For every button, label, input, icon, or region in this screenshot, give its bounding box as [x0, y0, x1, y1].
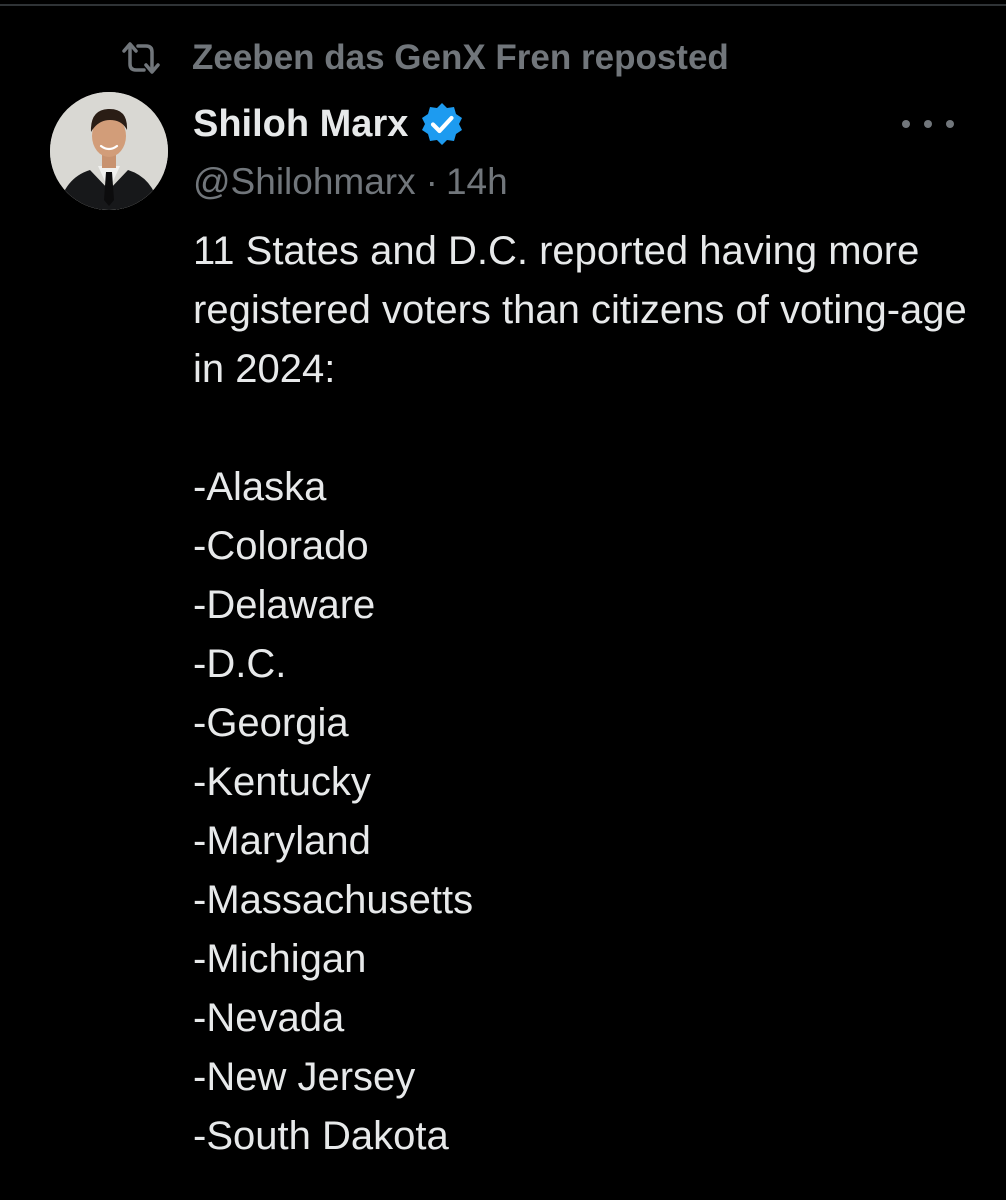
list-item: -Delaware	[193, 583, 376, 627]
verified-badge-icon[interactable]	[418, 100, 466, 148]
display-name[interactable]: Shiloh Marx	[193, 103, 408, 146]
repost-context[interactable]: Zeeben das GenX Fren reposted	[118, 34, 729, 82]
timestamp[interactable]: 14h	[446, 161, 508, 203]
list-item: -Michigan	[193, 937, 367, 981]
avatar-photo	[50, 92, 168, 210]
list-item: -D.C.	[193, 642, 287, 686]
tweet-header: Shiloh Marx @Shilohmarx · 14h	[193, 96, 893, 208]
state-list: -Alaska -Colorado -Delaware -D.C. -Georg…	[193, 458, 983, 1166]
more-options-button[interactable]	[902, 106, 954, 142]
more-options-dot	[946, 120, 954, 128]
list-item: -Kentucky	[193, 760, 371, 804]
list-item: -Colorado	[193, 524, 369, 568]
list-item: -Georgia	[193, 701, 349, 745]
more-options-dot	[902, 120, 910, 128]
avatar[interactable]	[50, 92, 168, 210]
repost-label: Zeeben das GenX Fren reposted	[192, 38, 729, 77]
repost-icon	[118, 39, 164, 77]
handle-row: @Shilohmarx · 14h	[193, 156, 893, 208]
handle[interactable]: @Shilohmarx	[193, 161, 416, 203]
top-divider	[0, 0, 1006, 6]
tweet-text: 11 States and D.C. reported having more …	[193, 229, 967, 391]
more-options-dot	[924, 120, 932, 128]
list-item: -Nevada	[193, 996, 345, 1040]
list-item: -Maryland	[193, 819, 371, 863]
tweet-body: 11 States and D.C. reported having more …	[193, 222, 983, 1166]
list-item: -Alaska	[193, 465, 327, 509]
list-item: -Massachusetts	[193, 878, 474, 922]
list-item: -New Jersey	[193, 1055, 416, 1099]
name-row: Shiloh Marx	[193, 96, 893, 152]
handle-separator: ·	[425, 161, 438, 202]
list-item: -South Dakota	[193, 1114, 449, 1158]
